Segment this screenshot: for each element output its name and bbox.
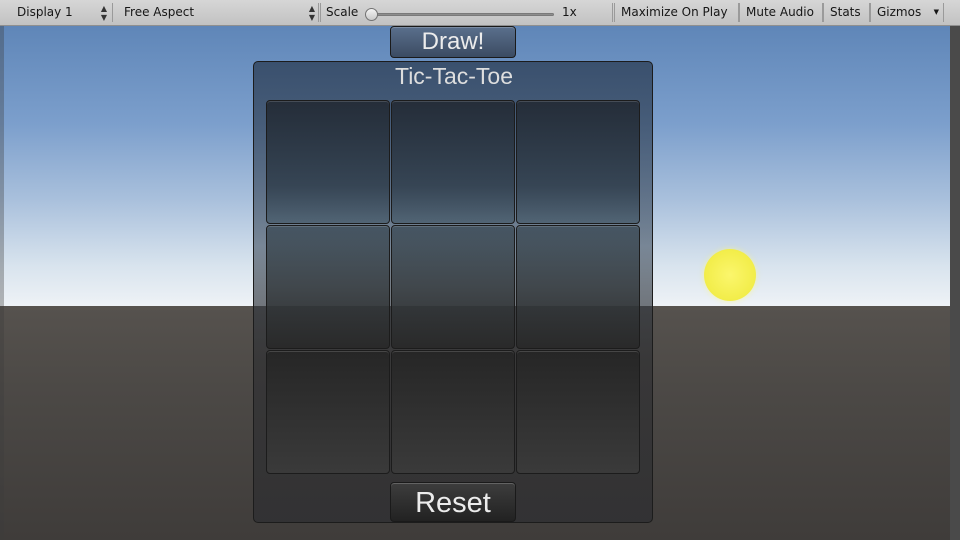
mute-audio-toggle[interactable]: Mute Audio (739, 3, 823, 22)
display-label: Display 1 (17, 5, 73, 19)
draw-button[interactable]: Draw! (390, 26, 516, 58)
triangle-down-icon: ▼ (933, 8, 939, 16)
mute-audio-label: Mute Audio (746, 5, 814, 19)
cell-0-2[interactable] (516, 100, 640, 224)
cell-2-0[interactable] (266, 350, 390, 474)
scale-slider-track[interactable] (372, 13, 554, 16)
game-view-toolbar: Display 1 ▲ ▼ Free Aspect ▲ ▼ Scale 1x Max… (0, 0, 960, 26)
display-dropdown[interactable]: Display 1 ▲ ▼ (10, 3, 113, 22)
updown-arrows-icon: ▲ ▼ (308, 4, 315, 22)
cell-0-0[interactable] (266, 100, 390, 224)
maximize-on-play-toggle[interactable]: Maximize On Play (614, 3, 739, 22)
stats-toggle[interactable]: Stats (823, 3, 870, 22)
tic-tac-toe-board: Tic-Tac-Toe (253, 61, 653, 523)
cell-2-1[interactable] (391, 350, 515, 474)
viewport-edge (950, 26, 960, 540)
sun-sphere (704, 249, 756, 301)
viewport-edge (0, 26, 4, 540)
stats-label: Stats (830, 5, 861, 19)
cell-1-2[interactable] (516, 225, 640, 349)
scale-label: Scale (326, 5, 359, 19)
maximize-on-play-label: Maximize On Play (621, 5, 728, 19)
cell-2-2[interactable] (516, 350, 640, 474)
aspect-dropdown[interactable]: Free Aspect ▲ ▼ (117, 3, 321, 22)
reset-button[interactable]: Reset (390, 482, 516, 522)
scale-slider-thumb[interactable] (365, 8, 378, 21)
updown-arrows-icon: ▲ ▼ (100, 4, 107, 22)
aspect-label: Free Aspect (124, 5, 195, 19)
gizmos-label: Gizmos (877, 5, 922, 19)
scale-value: 1x (562, 5, 577, 19)
cell-1-0[interactable] (266, 225, 390, 349)
cell-1-1[interactable] (391, 225, 515, 349)
game-viewport: Draw! Tic-Tac-Toe Reset (0, 26, 960, 540)
cell-0-1[interactable] (391, 100, 515, 224)
board-title: Tic-Tac-Toe (395, 63, 513, 89)
gizmos-dropdown[interactable]: Gizmos ▼ (870, 3, 944, 22)
